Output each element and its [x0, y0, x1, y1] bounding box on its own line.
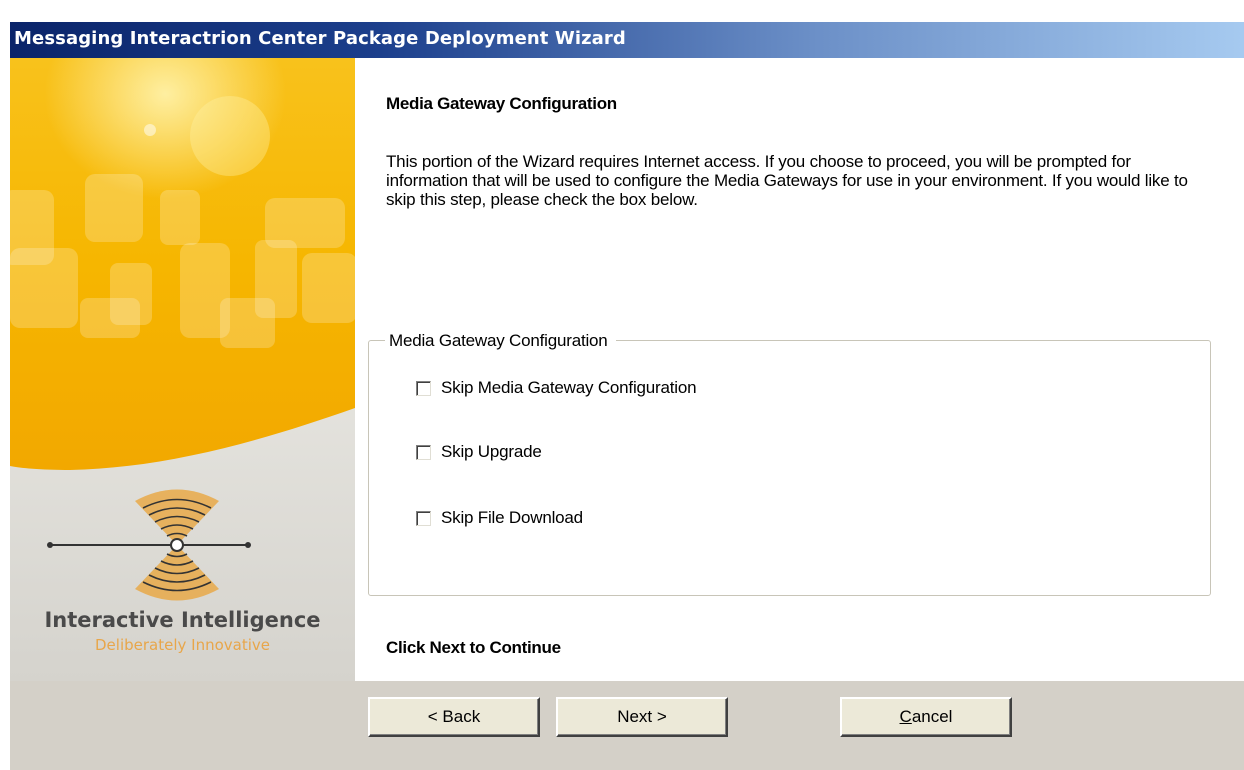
page-heading: Media Gateway Configuration	[386, 94, 617, 113]
skip-upgrade-option[interactable]: Skip Upgrade	[416, 441, 542, 463]
back-button[interactable]: < Back	[368, 697, 540, 737]
brand-tagline: Deliberately Innovative	[95, 636, 270, 654]
cancel-label: ancel	[911, 707, 953, 726]
cancel-button[interactable]: Cancel	[840, 697, 1012, 737]
continue-hint: Click Next to Continue	[386, 638, 561, 657]
banner-artwork	[10, 58, 355, 681]
window-title: Messaging Interactrion Center Package De…	[14, 28, 626, 49]
skip-file-download-option[interactable]: Skip File Download	[416, 507, 583, 529]
skip-file-download-checkbox[interactable]	[416, 510, 431, 526]
wizard-window: Messaging Interactrion Center Package De…	[0, 0, 1244, 770]
page-description: This portion of the Wizard requires Inte…	[386, 152, 1188, 209]
skip-media-gateway-config-label: Skip Media Gateway Configuration	[441, 378, 697, 397]
group-label: Media Gateway Configuration	[385, 331, 616, 351]
wizard-banner: Interactive Intelligence Deliberately In…	[10, 58, 355, 681]
skip-file-download-label: Skip File Download	[441, 508, 583, 527]
button-bar: < Back Next > Cancel	[10, 681, 1244, 770]
cancel-mnemonic: C	[899, 707, 912, 726]
title-bar[interactable]: Messaging Interactrion Center Package De…	[10, 22, 1244, 58]
skip-upgrade-checkbox[interactable]	[416, 444, 431, 460]
next-button[interactable]: Next >	[556, 697, 728, 737]
skip-media-gateway-config-option[interactable]: Skip Media Gateway Configuration	[416, 377, 697, 399]
skip-media-gateway-config-checkbox[interactable]	[416, 380, 431, 396]
media-gateway-group: Media Gateway Configuration Skip Media G…	[368, 331, 1211, 596]
brand-name: Interactive Intelligence	[44, 608, 321, 632]
skip-upgrade-label: Skip Upgrade	[441, 442, 542, 461]
wizard-content: Media Gateway Configuration This portion…	[355, 58, 1244, 681]
